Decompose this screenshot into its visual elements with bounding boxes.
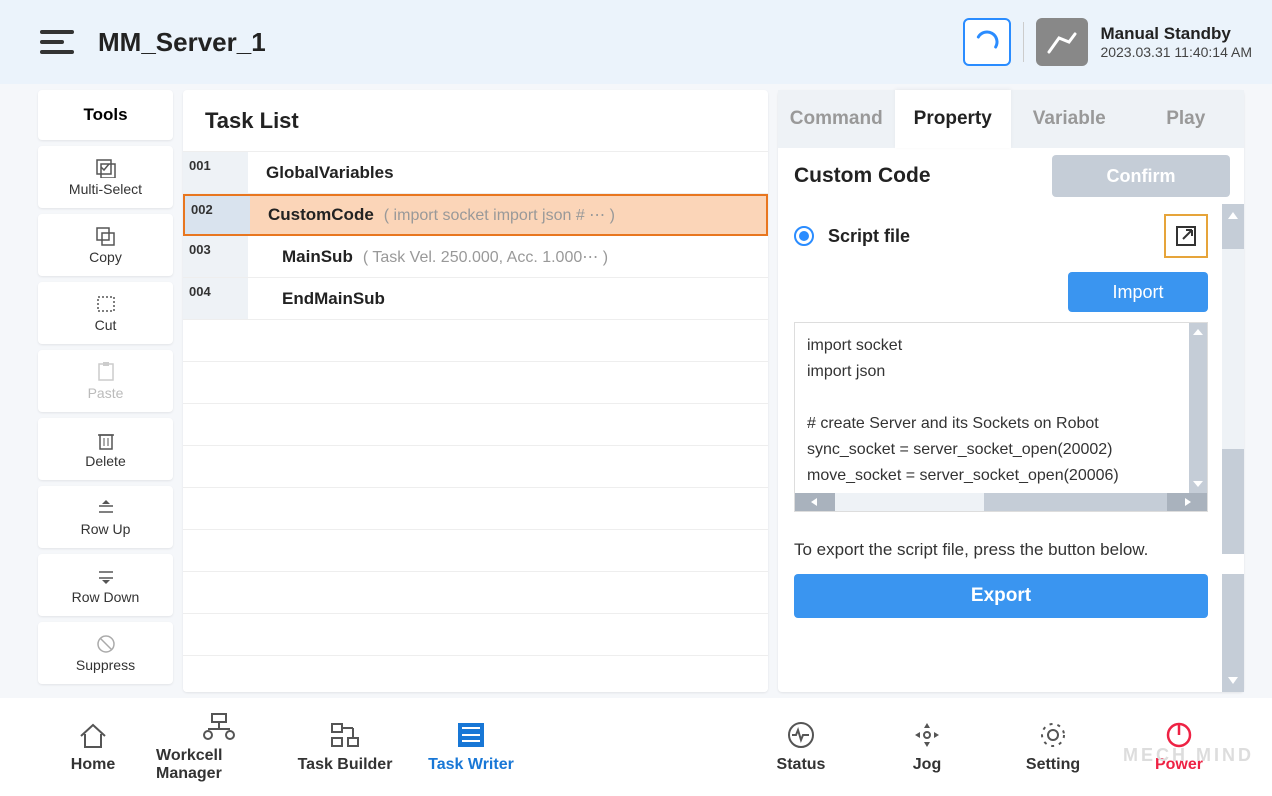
panel-vscroll[interactable] (1222, 204, 1244, 692)
nav-setting[interactable]: Setting (990, 720, 1116, 774)
horseshoe-icon (973, 28, 1001, 56)
watermark: MECH MIND (1123, 745, 1254, 766)
suppress-icon (94, 633, 118, 655)
task-builder-icon (328, 720, 362, 750)
status-label: Manual Standby (1100, 24, 1252, 44)
row-down-icon (94, 565, 118, 587)
task-row-num: 003 (183, 236, 248, 277)
task-row-num: 002 (185, 196, 250, 234)
nav-workcell-manager[interactable]: Workcell Manager (156, 711, 282, 783)
task-row-cmd: MainSub (248, 247, 353, 267)
status-icon (784, 720, 818, 750)
row-up-button[interactable]: Row Up (38, 486, 173, 548)
copy-icon (94, 225, 118, 247)
export-button[interactable]: Export (794, 574, 1208, 618)
cut-button[interactable]: Cut (38, 282, 173, 344)
import-button[interactable]: Import (1068, 272, 1208, 312)
delete-button[interactable]: Delete (38, 418, 173, 480)
task-row-cmd: GlobalVariables (248, 163, 394, 183)
page-title: MM_Server_1 (98, 27, 266, 58)
tab-property[interactable]: Property (895, 90, 1012, 148)
code-vscroll[interactable] (1189, 323, 1207, 493)
task-row[interactable]: 003MainSub ( Task Vel. 250.000, Acc. 1.00… (183, 236, 768, 278)
workcell-manager-icon (202, 711, 236, 741)
cut-icon (94, 293, 118, 315)
task-row-cmd: CustomCode (250, 205, 374, 225)
task-row-cmd: EndMainSub (248, 289, 385, 309)
row-up-icon (94, 497, 118, 519)
export-hint: To export the script file, press the but… (794, 540, 1208, 560)
task-writer-icon (454, 720, 488, 750)
task-row-num: 004 (183, 278, 248, 319)
suppress-button[interactable]: Suppress (38, 622, 173, 684)
task-row-num: 001 (183, 152, 248, 193)
nav-jog[interactable]: Jog (864, 720, 990, 774)
home-icon (76, 720, 110, 750)
property-title: Custom Code (794, 164, 931, 188)
jog-icon (910, 720, 944, 750)
code-area[interactable]: import socketimport json # create Server… (795, 323, 1207, 493)
task-row[interactable]: 002CustomCode ( import socket import json… (183, 194, 768, 236)
multi-select-button[interactable]: Multi-Select (38, 146, 173, 208)
tab-play[interactable]: Play (1128, 90, 1245, 148)
robot-mode-button[interactable] (1036, 18, 1088, 66)
task-row[interactable]: 004EndMainSub (183, 278, 768, 320)
task-row-param: ( Task Vel. 250.000, Acc. 1.000⋯ ) (363, 247, 608, 267)
robot-arm-icon (1045, 28, 1079, 56)
servo-button[interactable] (963, 18, 1011, 66)
nav-home[interactable]: Home (30, 720, 156, 774)
divider (1023, 22, 1024, 62)
expand-icon (1174, 224, 1198, 248)
confirm-button[interactable]: Confirm (1052, 155, 1230, 197)
expand-button[interactable] (1164, 214, 1208, 258)
nav-task-builder[interactable]: Task Builder (282, 720, 408, 774)
task-row[interactable]: 001GlobalVariables (183, 152, 768, 194)
tab-variable[interactable]: Variable (1011, 90, 1128, 148)
copy-button[interactable]: Copy (38, 214, 173, 276)
task-row-param: ( import socket import json # ⋯ ) (384, 205, 615, 225)
paste-icon (94, 361, 118, 383)
tasklist-heading: Task List (183, 90, 768, 152)
trash-icon (94, 429, 118, 451)
row-down-button[interactable]: Row Down (38, 554, 173, 616)
tab-command[interactable]: Command (778, 90, 895, 148)
code-hscroll[interactable] (795, 493, 1207, 511)
setting-icon (1036, 720, 1070, 750)
menu-icon[interactable] (40, 30, 74, 54)
tools-heading: Tools (38, 90, 173, 140)
script-file-label: Script file (828, 226, 1164, 247)
nav-task-writer[interactable]: Task Writer (408, 720, 534, 774)
script-file-radio[interactable] (794, 226, 814, 246)
status-time: 2023.03.31 11:40:14 AM (1100, 44, 1252, 60)
paste-button[interactable]: Paste (38, 350, 173, 412)
nav-status[interactable]: Status (738, 720, 864, 774)
multi-select-icon (94, 157, 118, 179)
